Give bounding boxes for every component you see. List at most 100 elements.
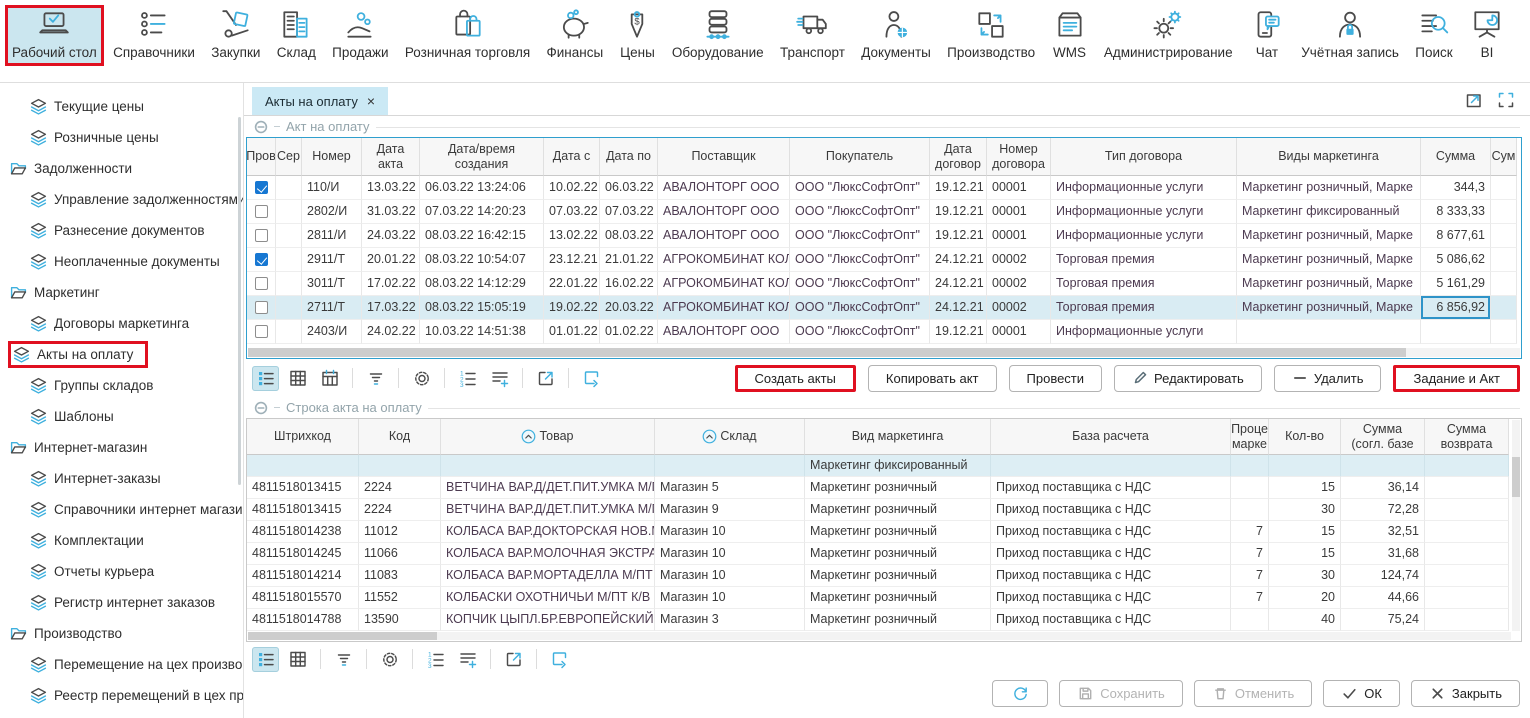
ribbon-item-admin[interactable]: Администрирование [1097, 5, 1240, 63]
column-header[interactable]: Поставщик [658, 138, 790, 176]
table-cell[interactable]: Приход поставщика с НДС [991, 543, 1231, 565]
table-cell[interactable]: 07.03.22 14:20:23 [420, 200, 544, 224]
collapse-icon[interactable] [254, 401, 268, 415]
close-button[interactable]: Закрыть [1411, 680, 1520, 707]
sidebar-item[interactable]: Отчеты курьера [0, 556, 243, 587]
table-cell[interactable]: 30 [1269, 565, 1341, 587]
table-cell[interactable]: 10.02.22 [544, 176, 600, 200]
column-header[interactable]: Код [359, 419, 441, 455]
toolbar-grid-view-button[interactable] [284, 647, 311, 672]
table-cell[interactable]: 8 333,33 [1421, 200, 1491, 224]
table-cell[interactable]: КОЛБАСА ВАР.ДОКТОРСКАЯ НОВ.М [441, 521, 655, 543]
table-cell[interactable] [276, 200, 302, 224]
table-cell[interactable]: 7 [1231, 565, 1269, 587]
table-cell[interactable]: 344,3 [1421, 176, 1491, 200]
table-cell[interactable]: 31,68 [1341, 543, 1425, 565]
table-cell[interactable]: ООО "ЛюксСофтОпт" [790, 176, 930, 200]
table-cell[interactable]: 16.02.22 [600, 272, 658, 296]
toolbar-numbered-list-button[interactable]: 123 [422, 647, 449, 672]
table-row[interactable]: 48115180134152224ВЕТЧИНА ВАР.Д/ДЕТ.ПИТ.У… [247, 477, 1521, 499]
table-cell[interactable]: 17.03.22 [362, 296, 420, 320]
table-cell[interactable]: АГРОКОМБИНАТ КОЛО [658, 296, 790, 320]
table-cell[interactable]: Торговая премия [1051, 296, 1237, 320]
table-cell[interactable]: 15 [1269, 477, 1341, 499]
table-cell[interactable]: 6 856,92 [1421, 296, 1491, 320]
table-cell[interactable]: Приход поставщика с НДС [991, 609, 1231, 631]
table-cell[interactable]: Информационные услуги [1051, 176, 1237, 200]
group-cell[interactable] [1231, 455, 1269, 477]
table-cell[interactable] [276, 296, 302, 320]
table-cell[interactable]: 00001 [987, 320, 1051, 344]
table-cell[interactable] [1491, 296, 1517, 320]
column-header[interactable]: Дата с [544, 138, 600, 176]
table-cell[interactable]: 31.03.22 [362, 200, 420, 224]
sidebar-item[interactable]: Управление задолженностями [0, 184, 243, 215]
table-cell[interactable]: Маркетинг розничный [805, 587, 991, 609]
ribbon-item-catalog[interactable]: Справочники [106, 5, 202, 63]
ribbon-item-bi[interactable]: BI [1462, 5, 1512, 63]
toolbar-open-window-button[interactable] [500, 647, 527, 672]
table-cell[interactable] [1231, 609, 1269, 631]
sidebar-item[interactable]: Текущие цены [0, 91, 243, 122]
checkbox-cell[interactable] [247, 224, 276, 248]
popout-icon[interactable] [1464, 90, 1484, 110]
table-cell[interactable]: 08.03.22 15:05:19 [420, 296, 544, 320]
checkbox-cell[interactable] [247, 200, 276, 224]
table-cell[interactable] [1491, 320, 1517, 344]
ribbon-item-warehouse[interactable]: Склад [270, 5, 323, 63]
table-cell[interactable]: 06.03.22 13:24:06 [420, 176, 544, 200]
table-cell[interactable]: 00002 [987, 296, 1051, 320]
table-cell[interactable]: 75,24 [1341, 609, 1425, 631]
table-cell[interactable]: 01.02.22 [600, 320, 658, 344]
row-checkbox[interactable] [255, 181, 268, 194]
table-cell[interactable] [1237, 320, 1421, 344]
table-cell[interactable]: 2224 [359, 477, 441, 499]
table-cell[interactable] [1425, 521, 1509, 543]
ribbon-item-documents[interactable]: Документы [854, 5, 938, 63]
table-cell[interactable]: 2802/И [302, 200, 362, 224]
ribbon-item-sales[interactable]: Продажи [325, 5, 395, 63]
table-cell[interactable]: 19.02.22 [544, 296, 600, 320]
table-cell[interactable]: АГРОКОМБИНАТ КОЛО [658, 248, 790, 272]
table-cell[interactable]: 24.12.21 [930, 248, 987, 272]
table-cell[interactable]: 11066 [359, 543, 441, 565]
table-row[interactable]: 2711/Т17.03.2208.03.22 15:05:1919.02.222… [247, 296, 1521, 320]
table-cell[interactable]: 32,51 [1341, 521, 1425, 543]
table-cell[interactable]: 4811518014788 [247, 609, 359, 631]
table-cell[interactable]: АВАЛОНТОРГ ООО [658, 224, 790, 248]
table-cell[interactable] [276, 320, 302, 344]
sidebar-item[interactable]: Интернет-заказы [0, 463, 243, 494]
table-cell[interactable]: Приход поставщика с НДС [991, 499, 1231, 521]
table-cell[interactable]: Магазин 9 [655, 499, 805, 521]
table-cell[interactable]: 19.12.21 [930, 200, 987, 224]
toolbar-list-view-button[interactable] [252, 647, 279, 672]
table-cell[interactable] [276, 224, 302, 248]
table-cell[interactable]: 00001 [987, 176, 1051, 200]
table-cell[interactable]: Маркетинг розничный, Марке [1237, 272, 1421, 296]
column-header[interactable]: Дата по [600, 138, 658, 176]
table-cell[interactable]: КОПЧИК ЦЫПЛ.БР.ЕВРОПЕЙСКИЙ Н [441, 609, 655, 631]
table-cell[interactable]: 24.12.21 [930, 272, 987, 296]
table-cell[interactable]: 4811518014245 [247, 543, 359, 565]
table-row[interactable]: 3011/Т17.02.2208.03.22 14:12:2922.01.221… [247, 272, 1521, 296]
table-cell[interactable]: 2911/Т [302, 248, 362, 272]
table-cell[interactable] [1491, 176, 1517, 200]
table-cell[interactable] [1491, 224, 1517, 248]
column-header[interactable]: Тип договора [1051, 138, 1237, 176]
checkbox-cell[interactable] [247, 272, 276, 296]
ribbon-item-desktop[interactable]: Рабочий стол [5, 5, 104, 66]
table-cell[interactable]: 20.01.22 [362, 248, 420, 272]
ribbon-item-prices[interactable]: $Цены [612, 5, 662, 63]
toolbar-add-row-button[interactable] [486, 366, 513, 391]
table-cell[interactable]: КОЛБАСА ВАР.МОЛОЧНАЯ ЭКСТРА [441, 543, 655, 565]
ribbon-item-retail[interactable]: Розничная торговля [398, 5, 537, 63]
toolbar-numbered-list-button[interactable]: 123 [454, 366, 481, 391]
toolbar-filter-button[interactable] [330, 647, 357, 672]
sidebar-item[interactable]: Задолженности [0, 153, 243, 184]
column-header[interactable]: Покупатель [790, 138, 930, 176]
table-cell[interactable]: 15 [1269, 521, 1341, 543]
cancel-button[interactable]: Отменить [1194, 680, 1312, 707]
column-header[interactable]: Сумма (согл. базе [1341, 419, 1425, 455]
sidebar-item[interactable]: WMS [0, 711, 243, 718]
table-cell[interactable]: 5 161,29 [1421, 272, 1491, 296]
